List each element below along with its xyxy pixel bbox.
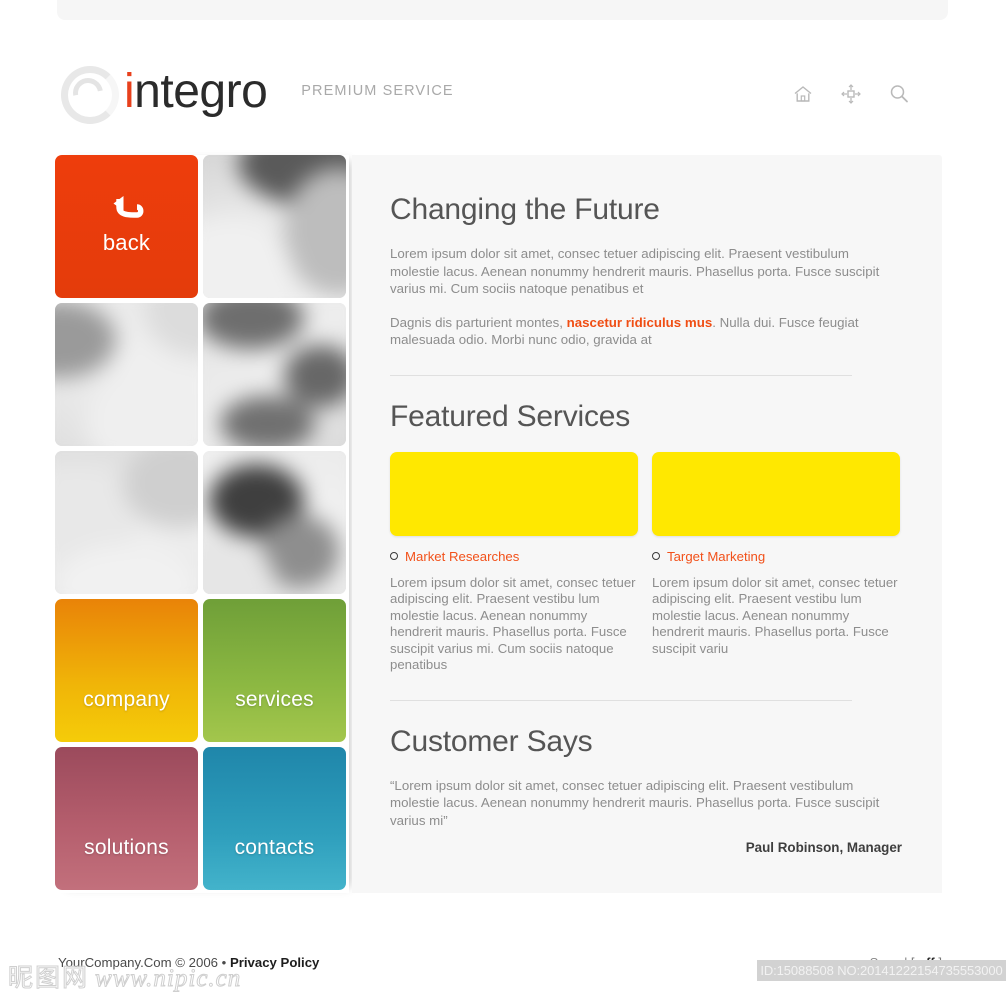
testimonial-author: Paul Robinson, Manager [745, 840, 902, 855]
service-link-row: Target Marketing [652, 549, 900, 564]
service-link[interactable]: Target Marketing [667, 549, 765, 564]
tile-photo-4[interactable] [55, 451, 198, 594]
top-decorative-bar [57, 0, 948, 20]
main-content-panel: Changing the Future Lorem ipsum dolor si… [352, 155, 942, 893]
logo-circle-icon [58, 63, 119, 124]
testimonial-heading: Customer Says [390, 724, 593, 758]
logo-wordmark: integro [124, 65, 268, 118]
tile-services[interactable]: services [203, 599, 346, 742]
logo-rest-letters: ntegro [134, 65, 268, 118]
testimonial-quote: “Lorem ipsum dolor sit amet, consec tetu… [390, 777, 880, 828]
sound-label: Sound [869, 955, 908, 970]
tile-label: services [235, 688, 314, 711]
service-thumbnail[interactable] [652, 451, 900, 536]
featured-heading: Featured Services [390, 399, 631, 433]
service-description: Lorem ipsum dolor sit amet, consec tetue… [652, 574, 898, 656]
service-link[interactable]: Market Researches [405, 549, 519, 564]
brand-tagline: PREMIUM SERVICE [301, 83, 454, 99]
bullet-icon [652, 552, 660, 560]
footer-left: YourCompany.Com © 2006 • Privacy Policy [58, 955, 319, 970]
featured-service-cards: Market Researches Lorem ipsum dolor sit … [390, 451, 900, 674]
service-card-market-researches: Market Researches Lorem ipsum dolor sit … [390, 451, 638, 674]
divider-2 [390, 699, 852, 701]
intro-heading: Changing the Future [390, 193, 660, 226]
brand-logo[interactable]: integro PREMIUM SERVICE [58, 63, 454, 124]
sitemap-icon[interactable] [840, 83, 862, 105]
sound-toggle[interactable]: Sound [ off ] [870, 955, 942, 970]
tile-navigation-grid: back company services solutions contacts [55, 155, 349, 893]
service-link-row: Market Researches [390, 549, 638, 564]
divider-1 [390, 374, 852, 376]
tile-label: back [102, 230, 151, 255]
header-icon-group [792, 83, 910, 105]
privacy-policy-link[interactable]: Privacy Policy [230, 955, 319, 970]
tile-photo-2[interactable] [55, 303, 198, 446]
search-icon[interactable] [888, 83, 910, 105]
tile-back[interactable]: back [55, 155, 198, 298]
copyright-text: YourCompany.Com © 2006 • [58, 955, 230, 970]
tile-photo-1[interactable] [203, 155, 346, 298]
site-footer: YourCompany.Com © 2006 • Privacy Policy … [0, 945, 1006, 993]
tile-contacts[interactable]: contacts [203, 747, 346, 890]
tile-label: solutions [84, 836, 169, 859]
intro-paragraph-2: Dagnis dis parturient montes, nascetur r… [390, 314, 900, 349]
sound-bracket-open: [ [910, 955, 915, 970]
service-description: Lorem ipsum dolor sit amet, consec tetue… [390, 574, 636, 673]
tile-photo-5[interactable] [203, 451, 346, 594]
tile-photo-3[interactable] [203, 303, 346, 446]
tile-label: contacts [234, 836, 315, 859]
sound-bracket-close: ] [938, 955, 942, 970]
bullet-icon [390, 552, 398, 560]
site-header: integro PREMIUM SERVICE [0, 55, 1006, 135]
nascetur-link[interactable]: nascetur ridiculus mus [567, 315, 713, 330]
logo-accent-letter: i [124, 65, 135, 118]
tile-company[interactable]: company [55, 599, 198, 742]
tile-solutions[interactable]: solutions [55, 747, 198, 890]
intro-paragraph-2-before: Dagnis dis parturient montes, [390, 314, 567, 330]
intro-paragraph-1: Lorem ipsum dolor sit amet, consec tetue… [390, 246, 880, 296]
sound-state: off [918, 955, 935, 970]
home-icon[interactable] [792, 83, 814, 105]
tile-label: company [83, 688, 170, 711]
service-card-target-marketing: Target Marketing Lorem ipsum dolor sit a… [652, 451, 900, 674]
service-thumbnail[interactable] [390, 451, 638, 536]
